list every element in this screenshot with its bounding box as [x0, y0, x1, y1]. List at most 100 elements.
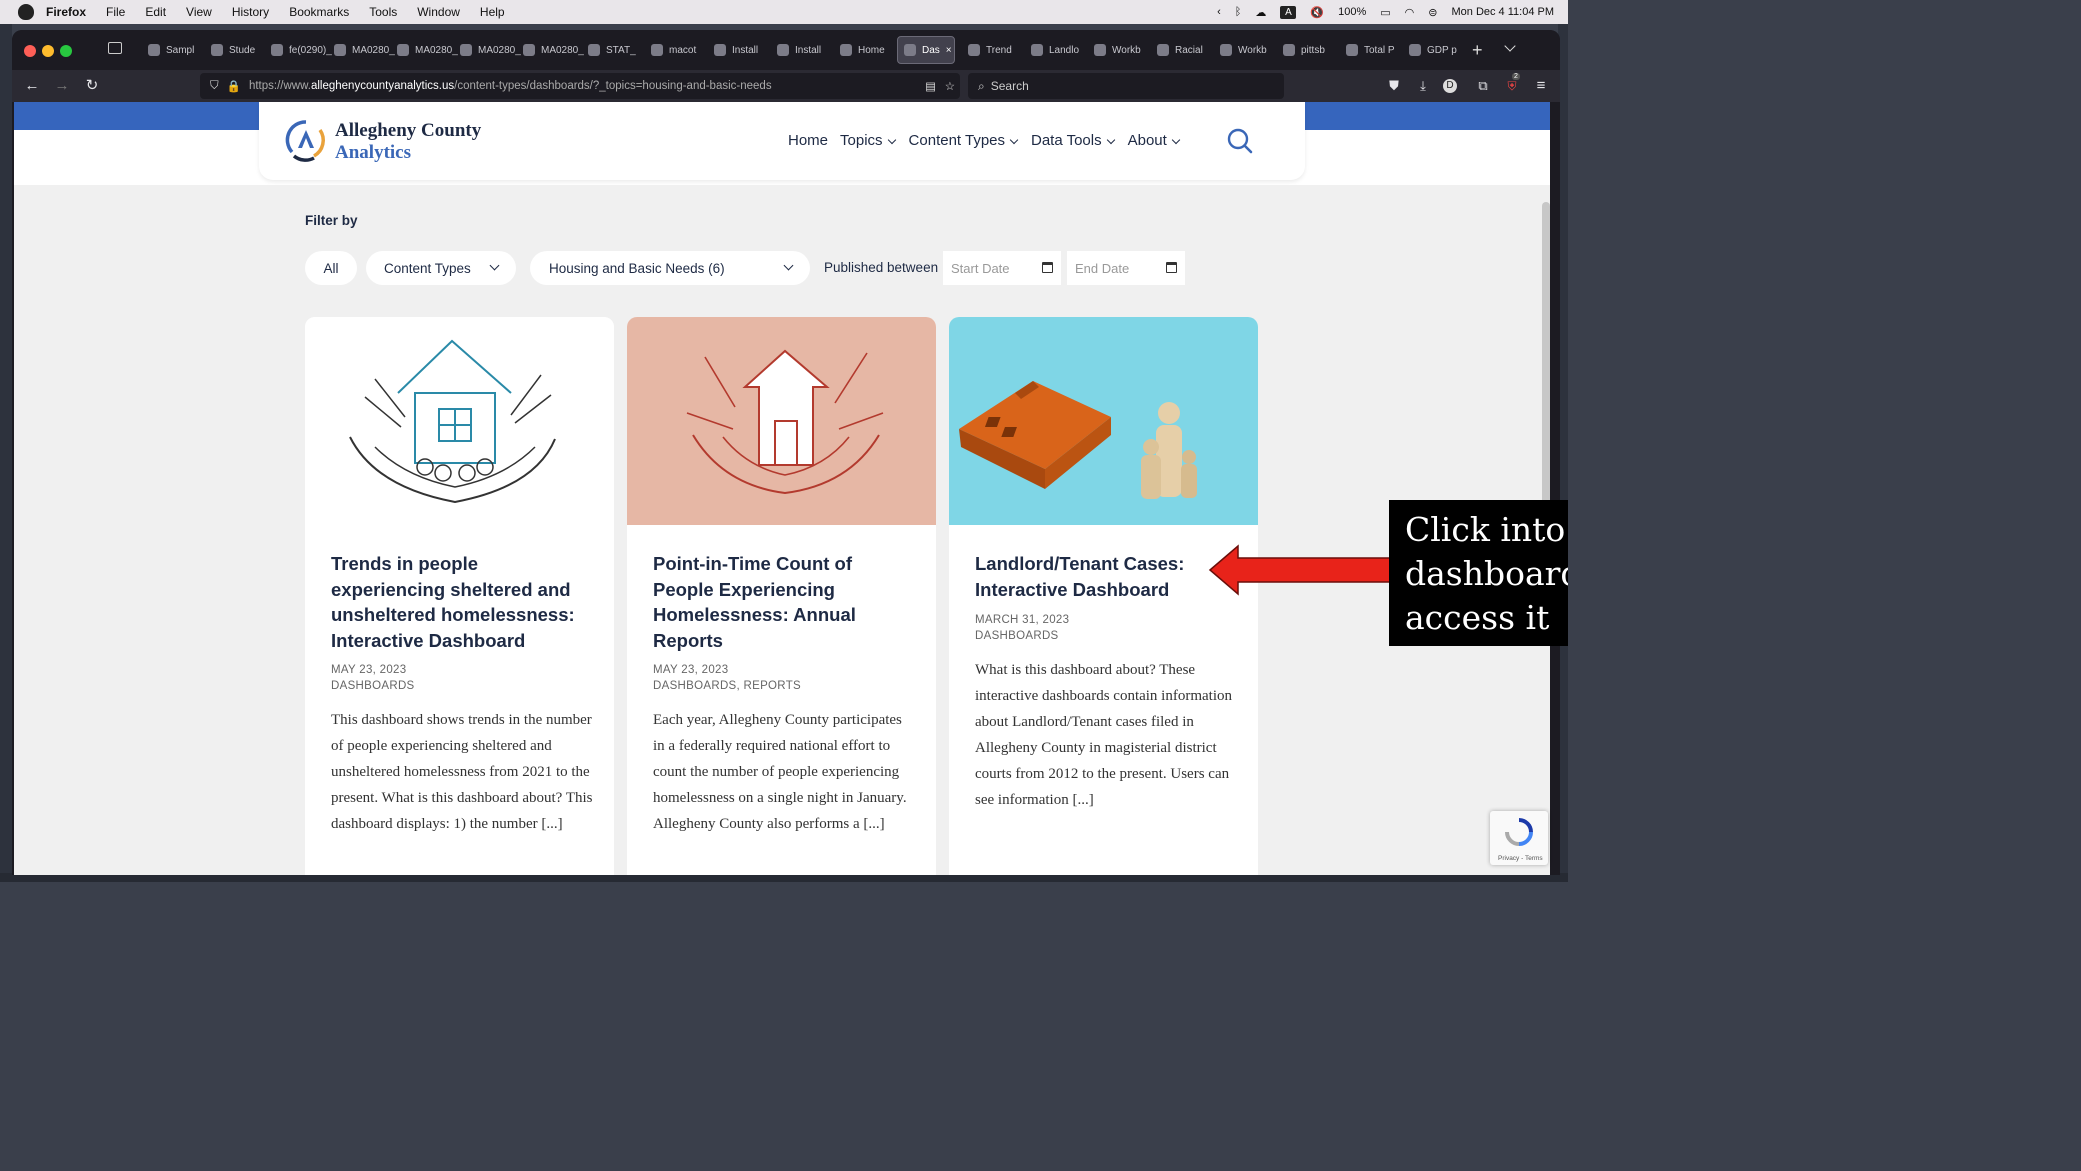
card-title[interactable]: Landlord/Tenant Cases: Interactive Dashb… [975, 551, 1237, 602]
tab-item[interactable]: MA0280_ [454, 36, 521, 64]
zoom-window-button[interactable] [60, 45, 72, 57]
nav-topics[interactable]: Topics [840, 132, 897, 149]
calendar-icon[interactable] [1166, 262, 1177, 273]
tab-item[interactable]: STAT_ [582, 36, 644, 64]
tab-item[interactable]: Home [834, 36, 896, 64]
content-types-select[interactable]: Content Types [366, 251, 516, 285]
tab-item[interactable]: Workb [1088, 36, 1150, 64]
close-tab-icon[interactable]: × [946, 45, 952, 56]
nav-about[interactable]: About [1128, 132, 1181, 149]
allegheny-logo-icon[interactable] [284, 118, 328, 162]
tab-item[interactable]: Total P [1340, 36, 1402, 64]
doc-icon [397, 44, 409, 56]
tab-item[interactable]: pittsb [1277, 36, 1339, 64]
start-date-input[interactable]: Start Date [943, 251, 1061, 285]
site-header: Allegheny County Analytics Home Topics C… [259, 102, 1305, 180]
tab-item[interactable]: fe(0290)_ [265, 36, 332, 64]
search-icon[interactable] [1227, 128, 1253, 154]
tab-item[interactable]: Stude [205, 36, 267, 64]
tracking-shield-icon[interactable]: ⛉ [210, 80, 219, 93]
menu-tools[interactable]: Tools [369, 5, 397, 19]
card-category[interactable]: DASHBOARDS, REPORTS [653, 680, 801, 692]
tab-item[interactable]: Install [771, 36, 833, 64]
nav-content-types[interactable]: Content Types [909, 132, 1019, 149]
firefox-view-icon[interactable] [108, 42, 122, 54]
card-date: MAY 23, 2023 [653, 664, 729, 676]
tab-item[interactable]: Trend [962, 36, 1024, 64]
wifi-icon[interactable]: ◠ [1405, 6, 1415, 19]
menu-window[interactable]: Window [417, 5, 460, 19]
address-bar[interactable]: ⛉ 🔒 https://www. alleghenycountyanalytics… [200, 73, 960, 99]
extensions-icon[interactable]: ⧉ [1473, 76, 1493, 96]
downloads-icon[interactable]: ⤓ [1413, 76, 1433, 96]
tab-item[interactable]: Das × [897, 36, 955, 64]
forward-arrow-icon[interactable]: → [52, 76, 72, 96]
battery-icon[interactable]: ▭ [1380, 6, 1390, 19]
menu-history[interactable]: History [232, 5, 269, 19]
recaptcha-links[interactable]: Privacy - Terms [1498, 855, 1543, 862]
bluetooth-icon[interactable]: ᛒ [1235, 6, 1242, 18]
tab-item[interactable]: MA0280_ [517, 36, 584, 64]
chevron-left-icon[interactable]: ‹ [1217, 6, 1221, 18]
tab-item[interactable]: GDP p [1403, 36, 1465, 64]
site-title-line2[interactable]: Analytics [335, 142, 411, 164]
reload-icon[interactable]: ↻ [82, 76, 102, 96]
reader-view-icon[interactable]: ▤ [925, 79, 936, 93]
card-image-wooden-house-family[interactable] [949, 317, 1258, 525]
card-category[interactable]: DASHBOARDS [331, 680, 415, 692]
tab-label: Install [795, 44, 822, 56]
tab-item[interactable]: Workb [1214, 36, 1276, 64]
minimize-window-button[interactable] [42, 45, 54, 57]
apple-icon[interactable] [18, 4, 34, 20]
content-card[interactable]: Point-in-Time Count of People Experienci… [627, 317, 936, 875]
tab-item[interactable]: Racial [1151, 36, 1213, 64]
recaptcha-badge[interactable]: Privacy - Terms [1490, 811, 1548, 865]
tab-label: Workb [1238, 44, 1267, 56]
lock-icon[interactable]: 🔒 [227, 79, 241, 93]
card-excerpt: What is this dashboard about? These inte… [975, 662, 1232, 808]
content-card[interactable]: Landlord/Tenant Cases: Interactive Dashb… [949, 317, 1258, 875]
tab-item[interactable]: Landlo [1025, 36, 1087, 64]
calendar-icon[interactable] [1042, 262, 1053, 273]
tab-label: Sampl [166, 44, 195, 56]
menu-file[interactable]: File [106, 5, 125, 19]
nav-home[interactable]: Home [788, 132, 828, 149]
menu-edit[interactable]: Edit [145, 5, 166, 19]
close-window-button[interactable] [24, 45, 36, 57]
bookmark-star-icon[interactable]: ☆ [945, 79, 955, 93]
hamburger-menu-icon[interactable]: ≡ [1531, 76, 1551, 96]
site-title-line1[interactable]: Allegheny County [335, 120, 481, 142]
clock[interactable]: Mon Dec 4 11:04 PM [1451, 6, 1554, 18]
control-center-icon[interactable]: ⊜ [1428, 6, 1437, 19]
topic-select[interactable]: Housing and Basic Needs (6) [530, 251, 810, 285]
end-date-input[interactable]: End Date [1067, 251, 1185, 285]
tab-item[interactable]: MA0280_ [328, 36, 395, 64]
search-bar[interactable]: ⌕ Search [968, 73, 1284, 99]
card-title[interactable]: Trends in people experiencing sheltered … [331, 551, 593, 653]
menu-help[interactable]: Help [480, 5, 505, 19]
filter-all-button[interactable]: All [305, 251, 357, 285]
back-arrow-icon[interactable]: ← [22, 76, 42, 96]
account-avatar-icon[interactable]: D [1443, 79, 1457, 93]
pocket-icon[interactable]: ⛊ [1384, 76, 1404, 96]
menu-app-name[interactable]: Firefox [46, 5, 86, 19]
tab-item[interactable]: Install [708, 36, 770, 64]
content-card[interactable]: Trends in people experiencing sheltered … [305, 317, 614, 875]
input-source-icon[interactable]: A [1280, 5, 1297, 19]
mute-icon[interactable]: 🔇 [1310, 6, 1324, 19]
nav-data-tools[interactable]: Data Tools [1031, 132, 1116, 149]
github-icon [840, 44, 852, 56]
new-tab-icon[interactable]: + [1472, 40, 1483, 61]
cloud-icon[interactable]: ☁ [1255, 6, 1266, 19]
tab-item[interactable]: Sampl [142, 36, 204, 64]
list-all-tabs-icon[interactable] [1504, 40, 1516, 52]
card-image-house-hands[interactable] [305, 317, 614, 525]
tab-item[interactable]: macot [645, 36, 707, 64]
menu-view[interactable]: View [186, 5, 212, 19]
tab-item[interactable]: MA0280_ [391, 36, 458, 64]
card-title[interactable]: Point-in-Time Count of People Experienci… [653, 551, 915, 653]
tab-bar: Sampl Stude fe(0290)_ MA0280_ MA0280_ MA0280_… [12, 30, 1560, 70]
card-category[interactable]: DASHBOARDS [975, 630, 1059, 642]
menu-bookmarks[interactable]: Bookmarks [289, 5, 349, 19]
card-image-house-hands-pink[interactable] [627, 317, 936, 525]
